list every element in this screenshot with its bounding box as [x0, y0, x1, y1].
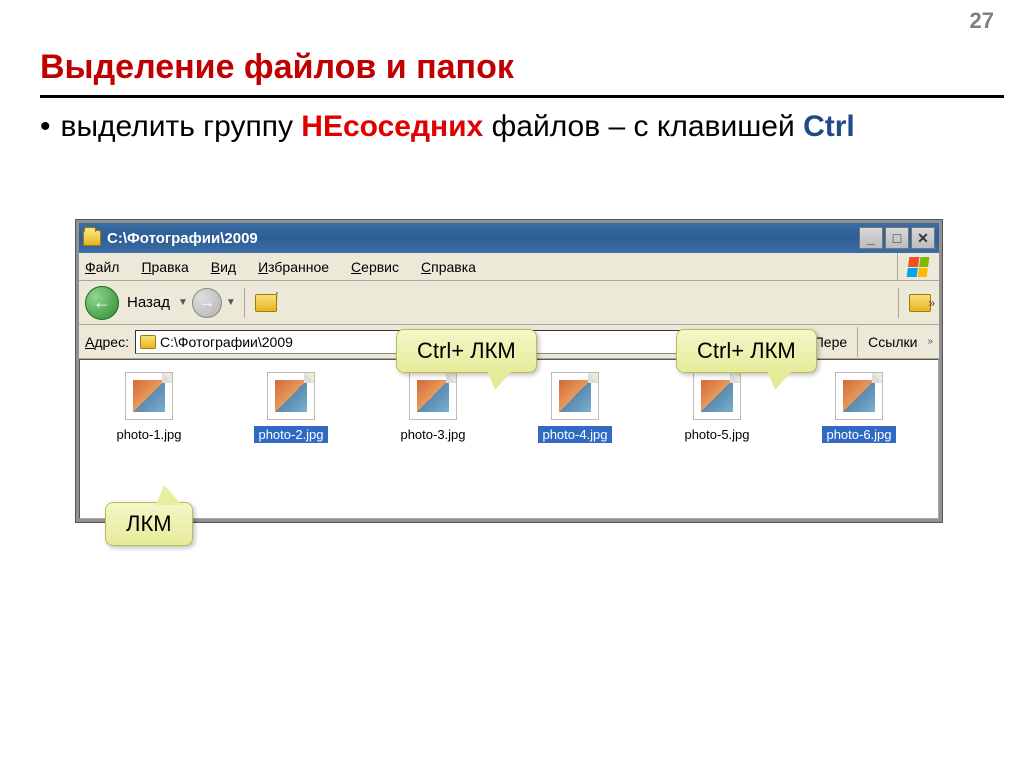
windows-logo-icon	[897, 253, 937, 281]
callout-lkm-text: ЛКМ	[126, 511, 172, 536]
file-item[interactable]: photo-5.jpg	[652, 368, 782, 510]
callout-ctrl-1: Ctrl+ ЛКМ	[396, 329, 537, 373]
file-item[interactable]: photo-1.jpg	[84, 368, 214, 510]
toolbar: ← Назад ▼ → ▼ »	[79, 281, 939, 325]
callout-ctrl-1-text: Ctrl+ ЛКМ	[417, 338, 516, 363]
back-chevron-icon[interactable]: ▼	[178, 297, 188, 308]
file-item[interactable]: photo-2.jpg	[226, 368, 356, 510]
window-buttons: _ □ ✕	[859, 227, 935, 249]
address-value: C:\Фотографии\2009	[160, 334, 293, 350]
toolbar-separator-2	[898, 288, 899, 318]
image-thumbnail-icon	[693, 372, 741, 420]
callout-tail-icon	[487, 370, 513, 390]
back-label[interactable]: Назад	[127, 294, 170, 311]
file-name: photo-1.jpg	[112, 426, 185, 443]
folder-icon	[83, 230, 101, 246]
links-overflow-icon[interactable]: »	[927, 336, 933, 347]
file-name: photo-5.jpg	[680, 426, 753, 443]
file-name: photo-4.jpg	[538, 426, 611, 443]
address-separator	[857, 327, 858, 357]
file-name: photo-6.jpg	[822, 426, 895, 443]
toolbar-overflow-icon[interactable]: »	[928, 296, 935, 310]
bullet-mid: файлов – с клавишей	[483, 110, 803, 143]
address-label: Адрес:	[85, 334, 129, 350]
up-button[interactable]	[253, 290, 279, 316]
file-name: photo-3.jpg	[396, 426, 469, 443]
close-button[interactable]: ✕	[911, 227, 935, 249]
callout-ctrl-2-text: Ctrl+ ЛКМ	[697, 338, 796, 363]
minimize-button[interactable]: _	[859, 227, 883, 249]
callout-tail-icon	[767, 370, 793, 390]
menu-tools[interactable]: Сервис	[351, 259, 399, 275]
file-item[interactable]: photo-4.jpg	[510, 368, 640, 510]
callout-ctrl-2: Ctrl+ ЛКМ	[676, 329, 817, 373]
bullet-key: Ctrl	[803, 110, 855, 143]
image-thumbnail-icon	[125, 372, 173, 420]
title-rule	[40, 95, 1004, 98]
image-thumbnail-icon	[835, 372, 883, 420]
back-button[interactable]: ←	[85, 286, 119, 320]
toolbar-separator	[244, 288, 245, 318]
forward-chevron-icon[interactable]: ▼	[226, 297, 236, 308]
callout-tail-icon	[156, 485, 182, 505]
bullet-text: •выделить группу НЕсоседних файлов – с к…	[40, 108, 984, 146]
menu-favorites[interactable]: Избранное	[258, 259, 329, 275]
window-title: C:\Фотографии\2009	[107, 230, 258, 247]
go-label[interactable]: Пере	[814, 334, 847, 350]
maximize-button[interactable]: □	[885, 227, 909, 249]
file-item[interactable]: photo-3.jpg	[368, 368, 498, 510]
callout-lkm: ЛКМ	[105, 502, 193, 546]
image-thumbnail-icon	[409, 372, 457, 420]
titlebar[interactable]: C:\Фотографии\2009 _ □ ✕	[79, 223, 939, 253]
forward-button[interactable]: →	[192, 288, 222, 318]
links-label[interactable]: Ссылки	[868, 334, 917, 350]
bullet-dot: •	[40, 110, 61, 143]
file-item[interactable]: photo-6.jpg	[794, 368, 924, 510]
menu-edit[interactable]: Правка	[141, 259, 188, 275]
image-thumbnail-icon	[551, 372, 599, 420]
address-folder-icon	[140, 335, 156, 349]
image-thumbnail-icon	[267, 372, 315, 420]
bullet-highlight: НЕсоседних	[301, 110, 483, 143]
slide-title: Выделение файлов и папок	[40, 48, 514, 87]
file-name: photo-2.jpg	[254, 426, 327, 443]
menubar: Файл Правка Вид Избранное Сервис Справка	[79, 253, 939, 281]
menu-file[interactable]: Файл	[85, 259, 119, 275]
menu-help[interactable]: Справка	[421, 259, 476, 275]
bullet-prefix: выделить группу	[61, 110, 302, 143]
menu-view[interactable]: Вид	[211, 259, 236, 275]
page-number: 27	[970, 8, 994, 34]
